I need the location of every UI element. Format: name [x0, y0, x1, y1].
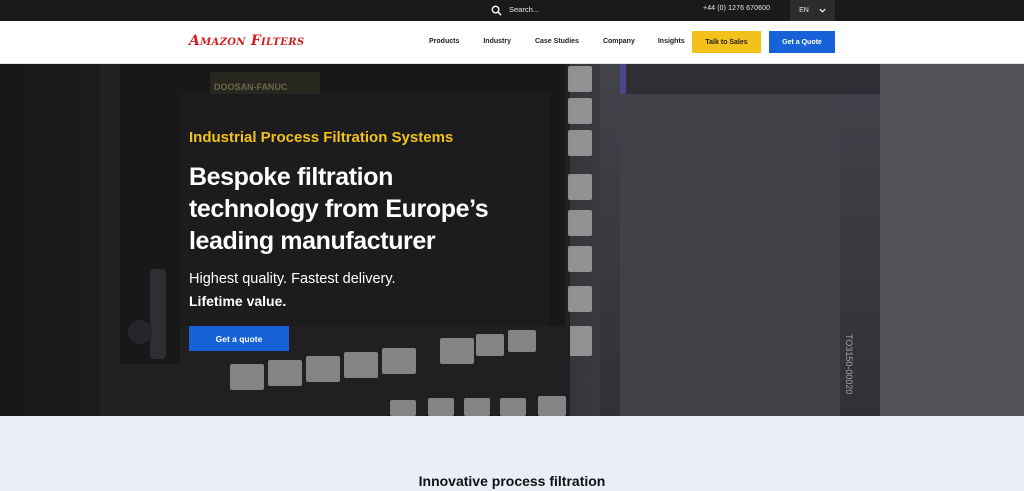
- chevron-down-icon: [819, 8, 826, 13]
- utility-bar: Search... +44 (0) 1276 670600 EN: [0, 0, 1024, 21]
- main-navbar: Amazon Filters Products Industry Case St…: [0, 21, 1024, 64]
- search-trigger[interactable]: Search...: [491, 4, 539, 16]
- nav-case-studies[interactable]: Case Studies: [535, 38, 579, 45]
- nav-industry[interactable]: Industry: [483, 38, 511, 45]
- hero-kicker: Industrial Process Filtration Systems: [189, 129, 454, 146]
- primary-nav: Products Industry Case Studies Company I…: [429, 38, 685, 45]
- search-label: Search...: [509, 5, 540, 14]
- nav-insights[interactable]: Insights: [658, 38, 685, 45]
- section-title: Innovative process filtration: [418, 473, 606, 489]
- nav-products[interactable]: Products: [429, 38, 459, 45]
- amazon-filters-logo[interactable]: Amazon Filters: [189, 33, 304, 49]
- language-selector[interactable]: EN: [790, 0, 835, 21]
- phone-number-link[interactable]: +44 (0) 1276 670600: [703, 5, 770, 12]
- nav-company[interactable]: Company: [603, 38, 635, 45]
- talk-to-sales-button[interactable]: Talk to Sales: [692, 31, 761, 53]
- search-icon: [491, 5, 502, 16]
- hero-get-a-quote-button[interactable]: Get a quote: [189, 326, 289, 351]
- get-a-quote-button[interactable]: Get a Quote: [769, 31, 835, 53]
- language-label: EN: [799, 7, 809, 14]
- hero-subline-value: Lifetime value.: [189, 293, 287, 309]
- intro-section: Innovative process filtration: [0, 416, 1024, 491]
- hero-subline-quality: Highest quality. Fastest delivery.: [189, 271, 396, 287]
- hero-headline: Bespoke filtration technology from Europ…: [189, 163, 489, 255]
- hero-banner: DOOSAN-FANUC TO3150-00020 Industrial Pro…: [0, 64, 1024, 416]
